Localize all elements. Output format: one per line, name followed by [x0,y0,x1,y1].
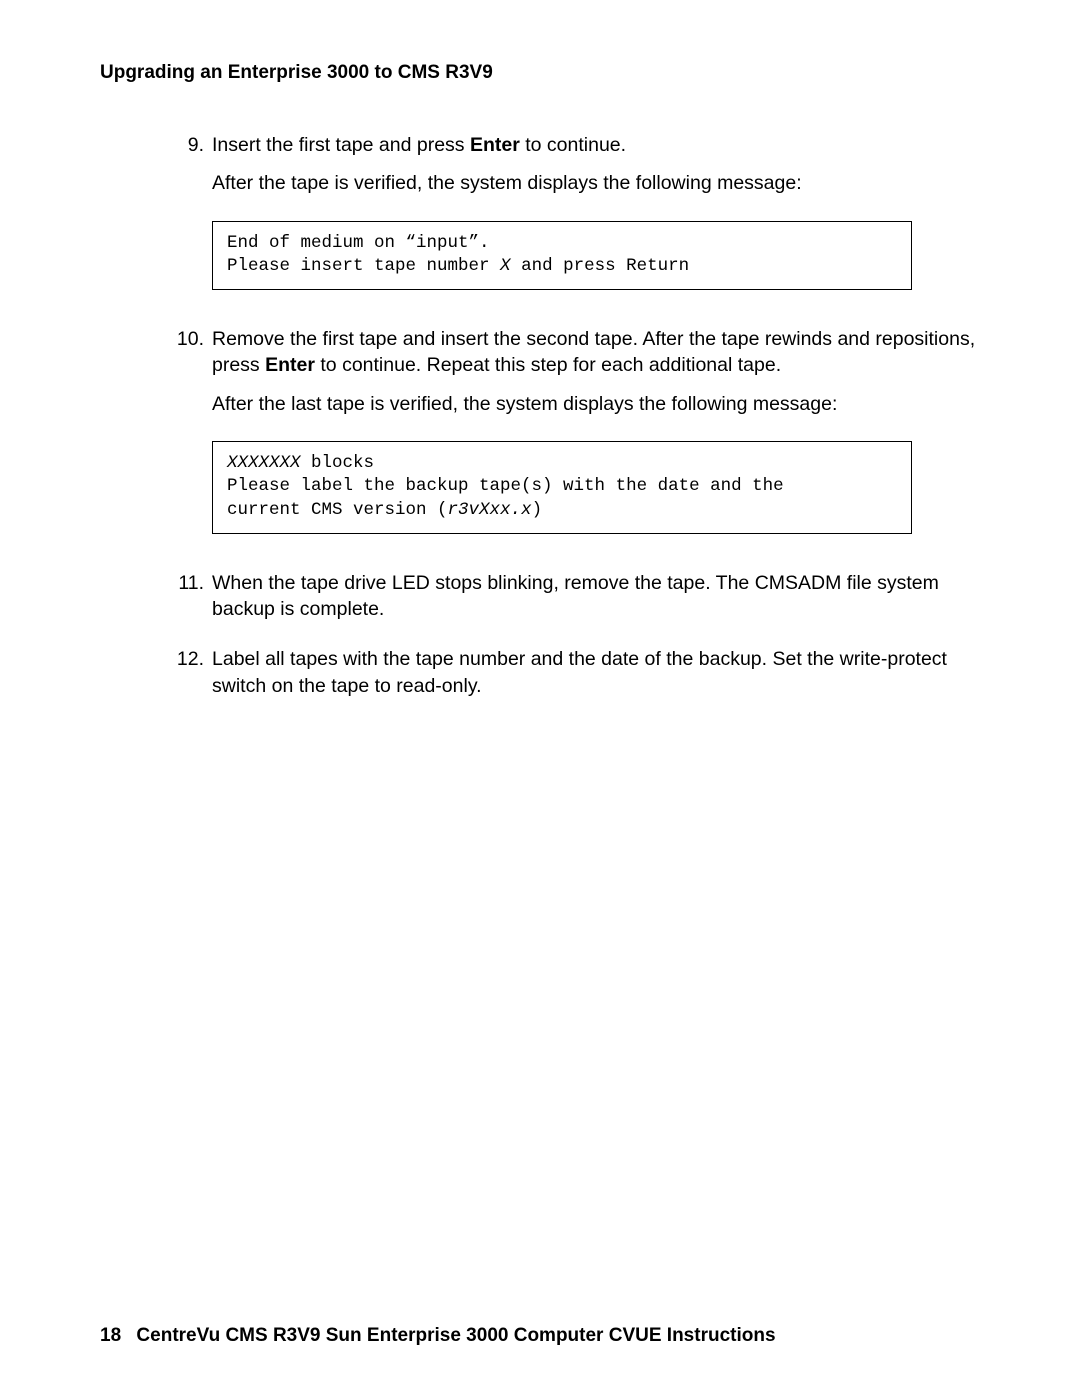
step-body: Remove the first tape and insert the sec… [212,326,980,558]
code-box-2: XXXXXXX blocks Please label the backup t… [212,441,912,534]
step-9: 9. Insert the first tape and press Enter… [176,132,980,314]
code-box-1: End of medium on “input”. Please insert … [212,221,912,290]
step-12: 12. Label all tapes with the tape number… [176,646,980,711]
page-number: 18 [100,1325,121,1347]
code-line: Please insert tape number [227,256,500,276]
step-11: 11. When the tape drive LED stops blinki… [176,570,980,635]
step-text: Insert the first tape and press [212,134,470,156]
step-followup: After the last tape is verified, the sys… [212,391,980,417]
code-line: Please label the backup tape(s) with the… [227,476,784,496]
step-body: When the tape drive LED stops blinking, … [212,570,980,635]
step-text: When the tape drive LED stops blinking, … [212,570,980,623]
step-followup: After the tape is verified, the system d… [212,170,980,196]
code-line: current CMS version ( [227,500,448,520]
step-10: 10. Remove the first tape and insert the… [176,326,980,558]
page-footer: 18 CentreVu CMS R3V9 Sun Enterprise 3000… [100,1325,776,1347]
step-number: 11. [176,570,212,635]
step-number: 10. [176,326,212,558]
enter-key: Enter [265,354,315,376]
enter-key: Enter [470,134,520,156]
code-line: End of medium on “input”. [227,233,490,253]
step-body: Insert the first tape and press Enter to… [212,132,980,314]
page-header-title: Upgrading an Enterprise 3000 to CMS R3V9 [100,62,980,84]
code-variable: XXXXXXX [227,453,301,473]
code-line: ) [532,500,543,520]
code-line: and press Return [511,256,690,276]
step-number: 9. [176,132,212,314]
step-text: Label all tapes with the tape number and… [212,646,980,699]
content-area: 9. Insert the first tape and press Enter… [100,132,980,711]
footer-title: CentreVu CMS R3V9 Sun Enterprise 3000 Co… [136,1325,775,1347]
code-variable: r3vXxx.x [448,500,532,520]
step-number: 12. [176,646,212,711]
code-variable: X [500,256,511,276]
step-body: Label all tapes with the tape number and… [212,646,980,711]
step-text: to continue. Repeat this step for each a… [315,354,781,376]
step-text: to continue. [520,134,626,156]
code-line: blocks [301,453,375,473]
